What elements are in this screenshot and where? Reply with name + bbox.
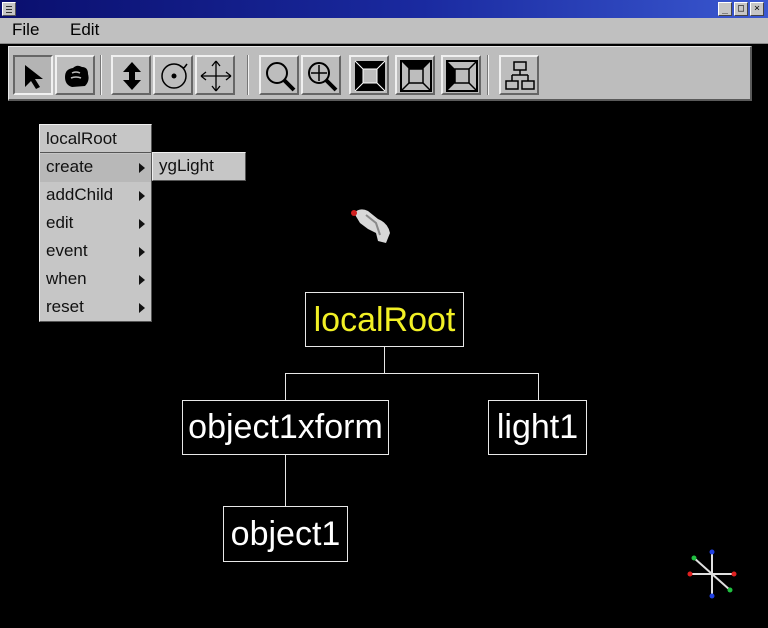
toolbar (8, 46, 752, 101)
submenu-arrow-icon (139, 219, 145, 229)
menu-edit[interactable]: Edit (70, 20, 99, 40)
graph-edge (384, 346, 385, 374)
close-button[interactable]: × (750, 2, 764, 16)
toolbar-separator (100, 55, 102, 95)
menu-bar: File Edit (0, 18, 768, 44)
window-title-bar[interactable]: _ □ × (0, 0, 768, 18)
context-menu-title: localRoot (40, 125, 151, 153)
window-menu-button[interactable] (2, 2, 16, 16)
context-menu: localRoot create addChild edit event whe… (39, 124, 152, 322)
scene-node-object1[interactable]: object1 (223, 506, 348, 562)
menu-item-label: addChild (46, 185, 114, 204)
menu-item-label: create (46, 157, 94, 176)
scene-node-localroot[interactable]: localRoot (305, 292, 464, 347)
view-front-button[interactable] (349, 55, 389, 95)
hierarchy-icon (505, 61, 535, 90)
submenu-item-label: ygLight (159, 156, 214, 175)
grab-hand-icon (65, 65, 89, 87)
orientation-axes-icon (687, 549, 737, 599)
graph-edge (538, 373, 539, 401)
zoom-icon (266, 62, 296, 92)
submenu-arrow-icon (139, 303, 145, 313)
scene-node-light1[interactable]: light1 (488, 400, 587, 455)
graph-edge (285, 373, 539, 374)
view-side-icon (446, 60, 478, 92)
move-tool-button[interactable] (195, 55, 235, 95)
grab-tool-button[interactable] (55, 55, 95, 95)
zoom-tool-button[interactable] (259, 55, 299, 95)
menu-item-when[interactable]: when (40, 266, 151, 294)
select-arrow-icon (25, 65, 43, 89)
menu-item-addchild[interactable]: addChild (40, 182, 151, 210)
submenu-arrow-icon (139, 163, 145, 173)
submenu-arrow-icon (139, 247, 145, 257)
zoom-center-tool-button[interactable] (301, 55, 341, 95)
view-side-button[interactable] (441, 55, 481, 95)
menu-item-label: when (46, 269, 87, 288)
move-cross-icon (200, 60, 232, 92)
menu-item-label: event (46, 241, 88, 260)
view-front-icon (354, 60, 386, 92)
view-top-icon (400, 60, 432, 92)
submenu-item-yglight[interactable]: ygLight (153, 153, 245, 181)
select-tool-button[interactable] (13, 55, 53, 95)
create-submenu: ygLight (152, 152, 246, 181)
menu-item-label: reset (46, 297, 84, 316)
translate-updown-icon (123, 62, 141, 90)
zoom-center-icon (308, 62, 338, 92)
graph-edge (285, 454, 286, 507)
minimize-button[interactable]: _ (718, 2, 732, 16)
menu-item-label: edit (46, 213, 74, 232)
toolbar-separator (247, 55, 249, 95)
rotate-tool-button[interactable] (153, 55, 193, 95)
hierarchy-view-button[interactable] (499, 55, 539, 95)
menu-item-create[interactable]: create (40, 154, 151, 182)
graph-edge (285, 373, 286, 401)
scene-node-object1xform[interactable]: object1xform (182, 400, 389, 455)
translate-tool-button[interactable] (111, 55, 151, 95)
menu-item-event[interactable]: event (40, 238, 151, 266)
rotate-icon (161, 63, 188, 89)
toolbar-separator (487, 55, 489, 95)
submenu-arrow-icon (139, 191, 145, 201)
menu-item-edit[interactable]: edit (40, 210, 151, 238)
menu-item-reset[interactable]: reset (40, 294, 151, 322)
3d-hand-cursor-icon (351, 209, 390, 243)
maximize-button[interactable]: □ (734, 2, 748, 16)
menu-file[interactable]: File (12, 20, 39, 40)
submenu-arrow-icon (139, 275, 145, 285)
view-top-button[interactable] (395, 55, 435, 95)
